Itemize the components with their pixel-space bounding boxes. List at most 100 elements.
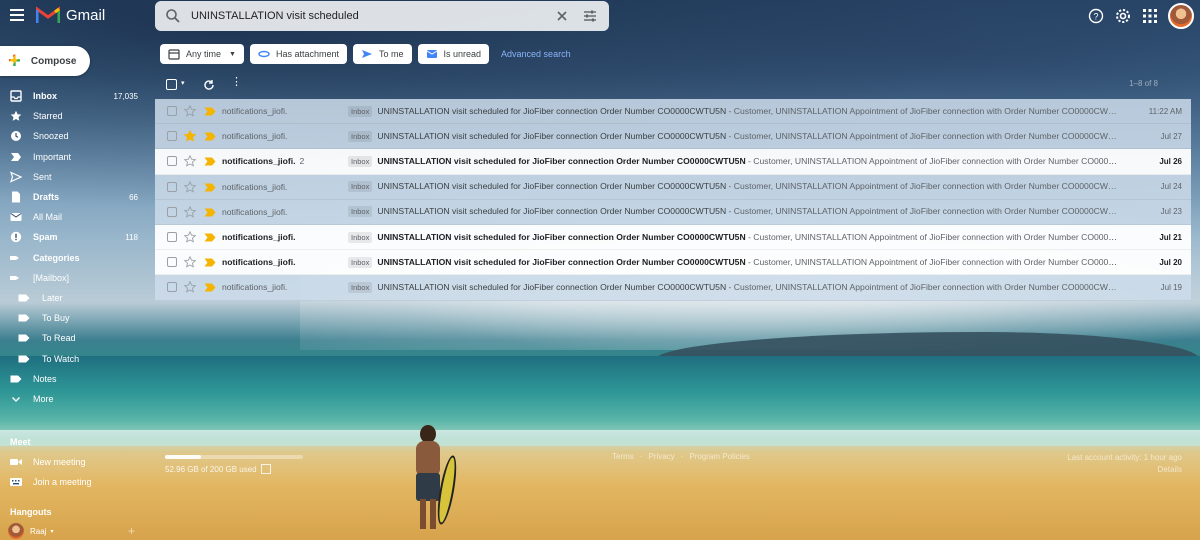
sidebar-item-more[interactable]: More — [0, 389, 150, 409]
footer-link-program-policies[interactable]: Program Policies — [689, 452, 749, 461]
star-icon[interactable] — [184, 230, 196, 243]
gmail-m-icon — [36, 6, 60, 23]
apps-grid-icon[interactable] — [1141, 7, 1159, 25]
inbox-label-badge[interactable]: Inbox — [348, 181, 373, 193]
search-input[interactable] — [191, 5, 551, 27]
inbox-label-badge[interactable]: Inbox — [348, 256, 373, 268]
settings-gear-icon[interactable] — [1114, 7, 1132, 25]
sidebar-item-spam[interactable]: Spam 118 — [0, 227, 150, 247]
open-in-new-icon[interactable] — [260, 464, 271, 474]
star-icon[interactable] — [184, 256, 196, 268]
is-unread-chip[interactable]: Is unread — [417, 44, 490, 64]
star-icon[interactable] — [184, 130, 196, 142]
sidebar-item-mailbox[interactable]: [Mailbox] — [0, 268, 150, 288]
star-icon[interactable] — [184, 281, 196, 293]
sidebar-item-drafts[interactable]: Drafts 66 — [0, 187, 150, 207]
sidebar-item-notes[interactable]: Notes — [0, 369, 150, 389]
sidebar-item-label: Categories — [33, 252, 80, 263]
any-time-chip[interactable]: Any time ▼ — [160, 44, 244, 64]
email-checkbox[interactable] — [167, 257, 177, 268]
email-row[interactable]: notifications_jiofi. Inbox UNINSTALLATION … — [155, 224, 1191, 251]
email-checkbox[interactable] — [167, 206, 177, 217]
email-sender: notifications_jiofi. 2 — [222, 156, 342, 166]
refresh-icon[interactable] — [203, 78, 215, 96]
email-checkbox[interactable] — [167, 181, 177, 192]
sidebar-item-starred[interactable]: Starred — [0, 106, 150, 126]
email-date: Jul 27 — [1160, 131, 1182, 141]
important-marker-icon[interactable] — [204, 157, 216, 166]
new-meeting-item[interactable]: New meeting — [0, 453, 86, 471]
sidebar-item-snoozed[interactable]: Snoozed — [0, 126, 150, 146]
sidebar-item-all-mail[interactable]: All Mail — [0, 207, 150, 227]
clear-search-icon[interactable] — [553, 7, 571, 25]
inbox-label-badge[interactable]: Inbox — [348, 281, 373, 293]
footer-link-terms[interactable]: Terms — [612, 452, 634, 461]
important-marker-icon[interactable] — [204, 208, 216, 217]
email-checkbox[interactable] — [167, 131, 177, 142]
label-icon — [18, 312, 30, 324]
clock-icon — [10, 130, 22, 142]
unread-count: 118 — [125, 232, 138, 242]
help-icon[interactable]: ? — [1087, 7, 1105, 25]
join-meeting-item[interactable]: Join a meeting — [0, 473, 92, 491]
sender-name: notifications_jiofi. — [222, 131, 288, 142]
sidebar-item-inbox[interactable]: Inbox 17,035 — [0, 86, 150, 106]
email-snippet: - Customer, UNINSTALLATION Appointment o… — [745, 256, 1120, 267]
email-row[interactable]: notifications_jiofi. Inbox UNINSTALLATION … — [155, 174, 1191, 200]
hangouts-user[interactable]: Raaj ▾ — [8, 523, 53, 539]
sidebar-item-categories[interactable]: Categories — [0, 248, 150, 268]
star-icon[interactable] — [184, 105, 196, 117]
advanced-search-link[interactable]: Advanced search — [501, 49, 571, 59]
sidebar-item-important[interactable]: Important — [0, 147, 150, 167]
email-checkbox[interactable] — [167, 106, 177, 117]
has-attachment-chip[interactable]: Has attachment — [249, 44, 347, 64]
sidebar-item-label: Spam — [33, 232, 58, 243]
important-marker-icon[interactable] — [204, 107, 216, 116]
search-bar[interactable] — [155, 1, 609, 31]
email-row[interactable]: notifications_jiofi. Inbox UNINSTALLATION … — [155, 199, 1191, 225]
details-link[interactable]: Details — [1067, 464, 1182, 476]
search-options-icon[interactable] — [581, 7, 599, 25]
email-row[interactable]: notifications_jiofi. Inbox UNINSTALLATION … — [155, 124, 1191, 150]
email-row[interactable]: notifications_jiofi. Inbox UNINSTALLATION … — [155, 250, 1191, 276]
svg-text:?: ? — [1093, 12, 1098, 22]
star-icon[interactable] — [184, 155, 196, 168]
inbox-label-badge[interactable]: Inbox — [348, 231, 373, 243]
add-contact-icon[interactable]: + — [128, 524, 135, 538]
important-marker-icon[interactable] — [204, 258, 216, 267]
important-marker-icon[interactable] — [204, 132, 216, 141]
main-menu-icon[interactable] — [10, 9, 24, 21]
star-icon[interactable] — [184, 205, 196, 218]
sidebar-item-to-buy[interactable]: To Buy — [0, 308, 150, 328]
important-marker-icon[interactable] — [204, 183, 216, 192]
compose-button[interactable]: + Compose — [0, 46, 90, 76]
email-row[interactable]: notifications_jiofi. Inbox UNINSTALLATION … — [155, 275, 1191, 301]
important-marker-icon[interactable] — [204, 283, 216, 292]
sidebar-item-sent[interactable]: Sent — [0, 167, 150, 187]
footer-link-privacy[interactable]: Privacy — [648, 452, 674, 461]
email-checkbox[interactable] — [167, 282, 177, 293]
select-options-caret-icon[interactable]: ▾ — [181, 79, 185, 87]
sidebar-item-to-watch[interactable]: To Watch — [0, 348, 150, 368]
email-row[interactable]: notifications_jiofi. 2 Inbox UNINSTALLATION… — [155, 149, 1191, 175]
important-marker-icon[interactable] — [204, 233, 216, 242]
search-icon[interactable] — [165, 8, 181, 24]
account-avatar[interactable] — [1168, 3, 1194, 29]
sidebar-item-later[interactable]: Later — [0, 288, 150, 308]
inbox-label-badge[interactable]: Inbox — [348, 155, 373, 167]
sidebar-item-to-read[interactable]: To Read — [0, 328, 150, 348]
email-sender: notifications_jiofi. — [222, 106, 342, 116]
star-icon[interactable] — [184, 180, 196, 193]
select-all-checkbox[interactable] — [166, 79, 177, 90]
gmail-logo[interactable]: Gmail — [36, 6, 105, 24]
more-options-icon[interactable]: ⋮ — [231, 77, 242, 88]
to-me-chip[interactable]: To me — [352, 44, 412, 64]
sidebar-item-label: Drafts — [33, 192, 60, 203]
email-snippet: - Customer, UNINSTALLATION Appointment o… — [726, 105, 1120, 116]
inbox-label-badge[interactable]: Inbox — [348, 105, 373, 117]
email-checkbox[interactable] — [167, 232, 177, 243]
inbox-label-badge[interactable]: Inbox — [348, 206, 373, 218]
email-checkbox[interactable] — [167, 156, 177, 167]
email-row[interactable]: notifications_jiofi. Inbox UNINSTALLATION … — [155, 99, 1191, 125]
inbox-label-badge[interactable]: Inbox — [348, 130, 373, 142]
